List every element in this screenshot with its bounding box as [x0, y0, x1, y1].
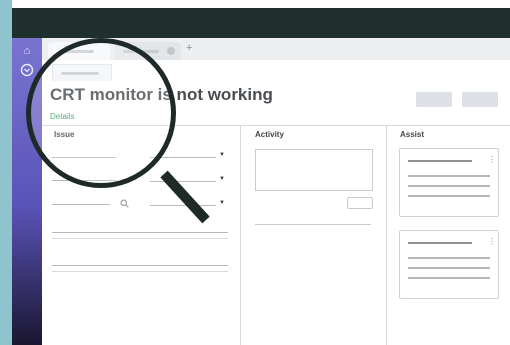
kebab-icon[interactable]: ⋮	[488, 156, 496, 164]
column-divider	[386, 126, 387, 345]
column-divider	[240, 126, 241, 345]
assist-card[interactable]: ⋮	[399, 148, 499, 217]
card-line	[408, 267, 490, 269]
card-line	[408, 257, 490, 259]
magnifier-handle	[160, 170, 210, 224]
card-title-placeholder	[408, 160, 472, 162]
card-title-placeholder	[408, 242, 472, 244]
card-line	[408, 185, 490, 187]
activity-post-button[interactable]	[347, 197, 373, 209]
activity-textarea[interactable]	[255, 149, 373, 191]
activity-separator	[255, 224, 371, 225]
close-icon[interactable]	[167, 47, 175, 55]
circle-down-icon-shape	[20, 63, 34, 77]
assist-card[interactable]: ⋮	[399, 230, 499, 299]
section-assist-heading: Assist	[400, 130, 425, 139]
issue-wide-field-underline	[52, 271, 228, 272]
plus-icon[interactable]: +	[186, 42, 192, 54]
background-strip	[0, 0, 12, 345]
card-line	[408, 277, 490, 279]
card-line	[408, 175, 490, 177]
kebab-icon[interactable]: ⋮	[488, 238, 496, 246]
issue-search-field[interactable]	[52, 204, 110, 205]
action-button-2[interactable]	[462, 92, 498, 107]
home-icon[interactable]: ⌂	[20, 44, 34, 58]
search-icon[interactable]	[120, 199, 129, 208]
circle-down-icon[interactable]	[20, 63, 34, 77]
window-top-bar	[12, 8, 510, 38]
issue-wide-field[interactable]	[52, 265, 228, 266]
action-button-1[interactable]	[416, 92, 452, 107]
section-activity-heading: Activity	[255, 130, 284, 139]
chevron-down-icon[interactable]: ▼	[219, 152, 225, 158]
card-line	[408, 195, 490, 197]
